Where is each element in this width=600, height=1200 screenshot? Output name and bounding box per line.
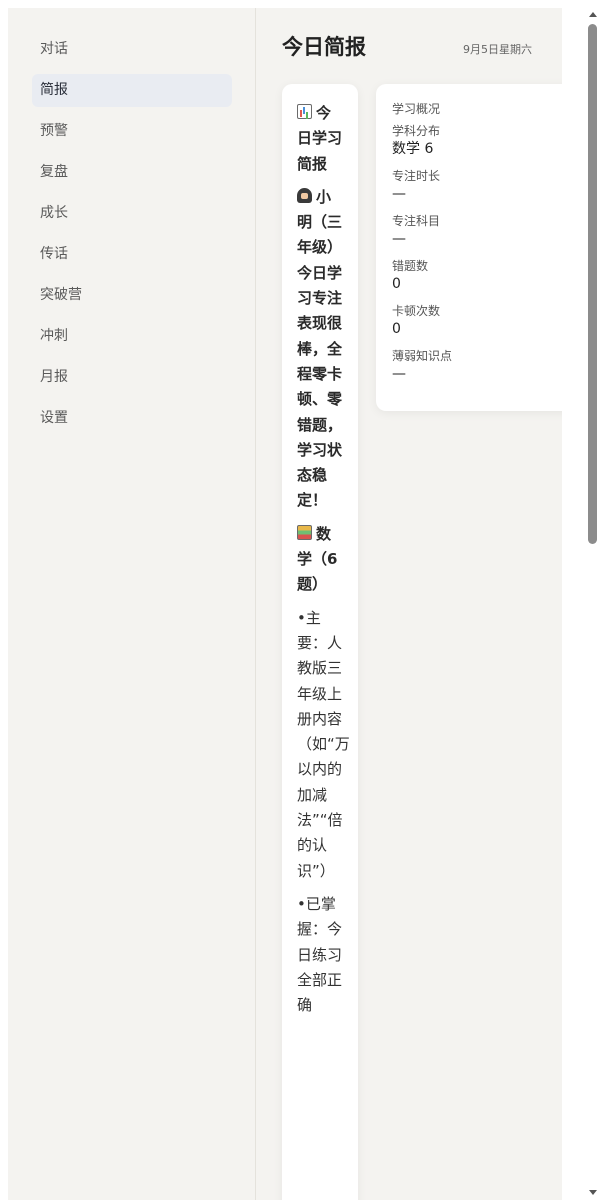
page-date: 9月5日星期六 bbox=[463, 43, 532, 56]
scrollbar-track[interactable] bbox=[588, 548, 597, 1138]
overview-value-mistakes: 0 bbox=[392, 276, 401, 292]
sidebar-item-alert[interactable]: 预警 bbox=[32, 115, 232, 148]
sidebar-item-settings[interactable]: 设置 bbox=[32, 402, 232, 435]
overview-value-subject-distribution: 数学 6 bbox=[392, 141, 434, 157]
app-window: 对话 简报 预警 复盘 成长 传话 突破营 冲刺 月报 设置 今日简报 9月5日… bbox=[8, 8, 562, 1200]
overview-label-weak-points: 薄弱知识点 bbox=[392, 349, 453, 363]
sidebar-item-message[interactable]: 传话 bbox=[32, 238, 232, 271]
overview-value-stalls: 0 bbox=[392, 321, 401, 337]
overview-label-subject-distribution: 学科分布 bbox=[392, 124, 441, 138]
overview-label-mistakes: 错题数 bbox=[392, 259, 429, 273]
brief-subject: 数学（6题） bbox=[297, 522, 342, 598]
main-content: 今日简报 9月5日星期六 今日学习简报 小明（三年级）今日学习专注表现很棒，全程… bbox=[256, 8, 562, 1200]
overview-title: 学习概况 bbox=[392, 102, 441, 116]
sidebar-item-review[interactable]: 复盘 bbox=[32, 156, 232, 189]
overview-value-focus-subject: — bbox=[392, 231, 406, 247]
sidebar-item-chat[interactable]: 对话 bbox=[32, 33, 232, 66]
bar-chart-icon bbox=[297, 104, 312, 119]
student-icon bbox=[297, 187, 312, 203]
brief-summary-text: 小明（三年级）今日学习专注表现很棒，全程零卡顿、零错题，学习状态稳定！ bbox=[297, 187, 343, 510]
scroll-up-arrow-icon[interactable] bbox=[589, 12, 597, 17]
brief-summary: 小明（三年级）今日学习专注表现很棒，全程零卡顿、零错题，学习状态稳定！ bbox=[297, 185, 342, 514]
sidebar-item-monthly[interactable]: 月报 bbox=[32, 361, 232, 394]
brief-point-mastered: •已掌握：今日练习全部正确 bbox=[297, 894, 343, 1015]
overview-label-focus-duration: 专注时长 bbox=[392, 169, 441, 183]
overview-card: 学习概况 学科分布 数学 6 专注时长 — 专注科目 — 错题数 0 卡顿次数 … bbox=[376, 84, 562, 411]
overview-value-focus-duration: — bbox=[392, 186, 406, 202]
sidebar-item-sprint[interactable]: 冲刺 bbox=[32, 320, 232, 353]
overview-value-weak-points: — bbox=[392, 366, 406, 382]
sidebar: 对话 简报 预警 复盘 成长 传话 突破营 冲刺 月报 设置 bbox=[8, 8, 256, 1200]
sidebar-item-growth[interactable]: 成长 bbox=[32, 197, 232, 230]
brief-heading: 今日学习简报 bbox=[297, 101, 342, 177]
overview-label-focus-subject: 专注科目 bbox=[392, 214, 441, 228]
brief-point-main: •主要：人教版三年级上册内容（如“万以内的加减法”“倍的认识”） bbox=[297, 608, 350, 880]
scroll-down-arrow-icon[interactable] bbox=[589, 1190, 597, 1195]
books-icon bbox=[297, 524, 312, 540]
scrollbar-thumb[interactable] bbox=[588, 24, 597, 544]
page-title: 今日简报 bbox=[282, 35, 366, 59]
brief-card: 今日学习简报 小明（三年级）今日学习专注表现很棒，全程零卡顿、零错题，学习状态稳… bbox=[282, 84, 358, 1200]
sidebar-item-bootcamp[interactable]: 突破营 bbox=[32, 279, 232, 312]
overview-label-stalls: 卡顿次数 bbox=[392, 304, 441, 318]
page-scrollbar[interactable] bbox=[562, 8, 600, 1200]
sidebar-item-brief[interactable]: 简报 bbox=[32, 74, 232, 107]
